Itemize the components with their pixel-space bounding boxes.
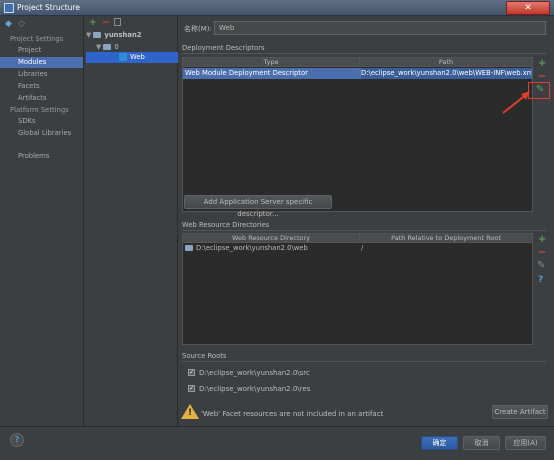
add-descriptor-icon[interactable]: +: [538, 59, 546, 69]
sidebar-item-project[interactable]: Project: [0, 45, 83, 56]
table-row[interactable]: Web Module Deployment Descriptor D:\ecli…: [183, 68, 532, 79]
add-directory-icon[interactable]: +: [538, 235, 546, 245]
column-header-path[interactable]: Path: [360, 58, 532, 67]
remove-directory-icon[interactable]: −: [538, 248, 546, 258]
sidebar-item-libraries[interactable]: Libraries: [0, 69, 83, 80]
sidebar-item-modules[interactable]: Modules: [0, 57, 83, 68]
sidebar-item-facets[interactable]: Facets: [0, 81, 83, 92]
module-tree: [85, 16, 178, 426]
column-header-relative-path[interactable]: Path Relative to Deployment Root: [360, 234, 532, 243]
tree-node-project[interactable]: ▼ yunshan2: [86, 30, 178, 41]
sidebar-item-artifacts[interactable]: Artifacts: [0, 93, 83, 104]
descriptor-path-cell: D:\eclipse_work\yunshan2.0\web\WEB-INF\w…: [361, 68, 531, 79]
sidebar-item-problems[interactable]: Problems: [0, 151, 83, 162]
expand-arrow-icon[interactable]: ▼: [86, 31, 91, 39]
project-settings-header: Project Settings: [10, 35, 64, 43]
source-root-path: D:\eclipse_work\yunshan2.0\src: [199, 369, 310, 377]
annotation-arrow-icon: [502, 91, 530, 114]
tree-node-web-facet[interactable]: Web: [86, 52, 178, 63]
folder-icon: [185, 245, 193, 251]
window-title: Project Structure: [17, 3, 80, 12]
table-header: Web Resource Directory Path Relative to …: [183, 234, 532, 243]
column-header-directory[interactable]: Web Resource Directory: [183, 234, 360, 243]
help-icon[interactable]: ?: [538, 275, 543, 285]
ok-button[interactable]: 确定: [421, 436, 458, 450]
web-resource-directory-cell: D:\eclipse_work\yunshan2.0\web: [185, 243, 358, 254]
web-resource-directories-title: Web Resource Directories: [182, 221, 270, 229]
expand-arrow-icon[interactable]: ▼: [96, 43, 101, 51]
web-facet-icon: [119, 53, 127, 61]
warning-exclamation-icon: !: [188, 408, 193, 418]
separator: [182, 53, 546, 54]
column-header-type[interactable]: Type: [183, 58, 360, 67]
name-label: 名称(M):: [184, 25, 212, 33]
add-server-descriptor-button[interactable]: Add Application Server specific descript…: [184, 195, 332, 218]
name-input[interactable]: Web: [214, 21, 546, 35]
separator: [182, 230, 546, 231]
source-root-path: D:\eclipse_work\yunshan2.0\res: [199, 385, 311, 393]
help-button[interactable]: ?: [10, 433, 24, 447]
source-root-checkbox[interactable]: ✓: [188, 385, 195, 392]
table-row[interactable]: D:\eclipse_work\yunshan2.0\web /: [183, 243, 532, 254]
relative-path-cell: /: [361, 244, 364, 252]
descriptor-type-cell: Web Module Deployment Descriptor: [185, 69, 308, 77]
forward-arrow-icon[interactable]: ◇: [18, 19, 25, 29]
remove-icon[interactable]: −: [102, 18, 110, 28]
sidebar-item-global-libraries[interactable]: Global Libraries: [0, 128, 83, 139]
app-icon: [4, 3, 14, 13]
platform-settings-header: Platform Settings: [10, 106, 69, 114]
source-roots-title: Source Roots: [182, 352, 227, 360]
close-button[interactable]: ✕: [506, 1, 550, 15]
deployment-descriptors-table: Type Path Web Module Deployment Descript…: [182, 57, 533, 212]
sidebar-item-sdks[interactable]: SDKs: [0, 116, 83, 127]
web-resource-directories-table: Web Resource Directory Path Relative to …: [182, 233, 533, 345]
title-bar: [0, 0, 554, 16]
back-arrow-icon[interactable]: ◆: [5, 19, 12, 29]
table-header: Type Path: [183, 58, 532, 67]
module-folder-icon: [103, 44, 112, 50]
add-icon[interactable]: +: [89, 18, 97, 28]
source-root-checkbox[interactable]: ✓: [188, 369, 195, 376]
apply-button[interactable]: 应用(A): [505, 436, 546, 450]
warning-text: 'Web' Facet resources are not included i…: [201, 410, 384, 418]
deployment-descriptors-title: Deployment Descriptors: [182, 44, 265, 52]
separator: [182, 361, 546, 362]
create-artifact-button[interactable]: Create Artifact: [492, 405, 548, 419]
remove-descriptor-icon[interactable]: −: [538, 72, 546, 82]
cancel-button[interactable]: 取消: [463, 436, 500, 450]
folder-icon: [93, 32, 102, 38]
edit-directory-icon[interactable]: ✎: [537, 261, 545, 271]
copy-icon[interactable]: [114, 18, 121, 26]
